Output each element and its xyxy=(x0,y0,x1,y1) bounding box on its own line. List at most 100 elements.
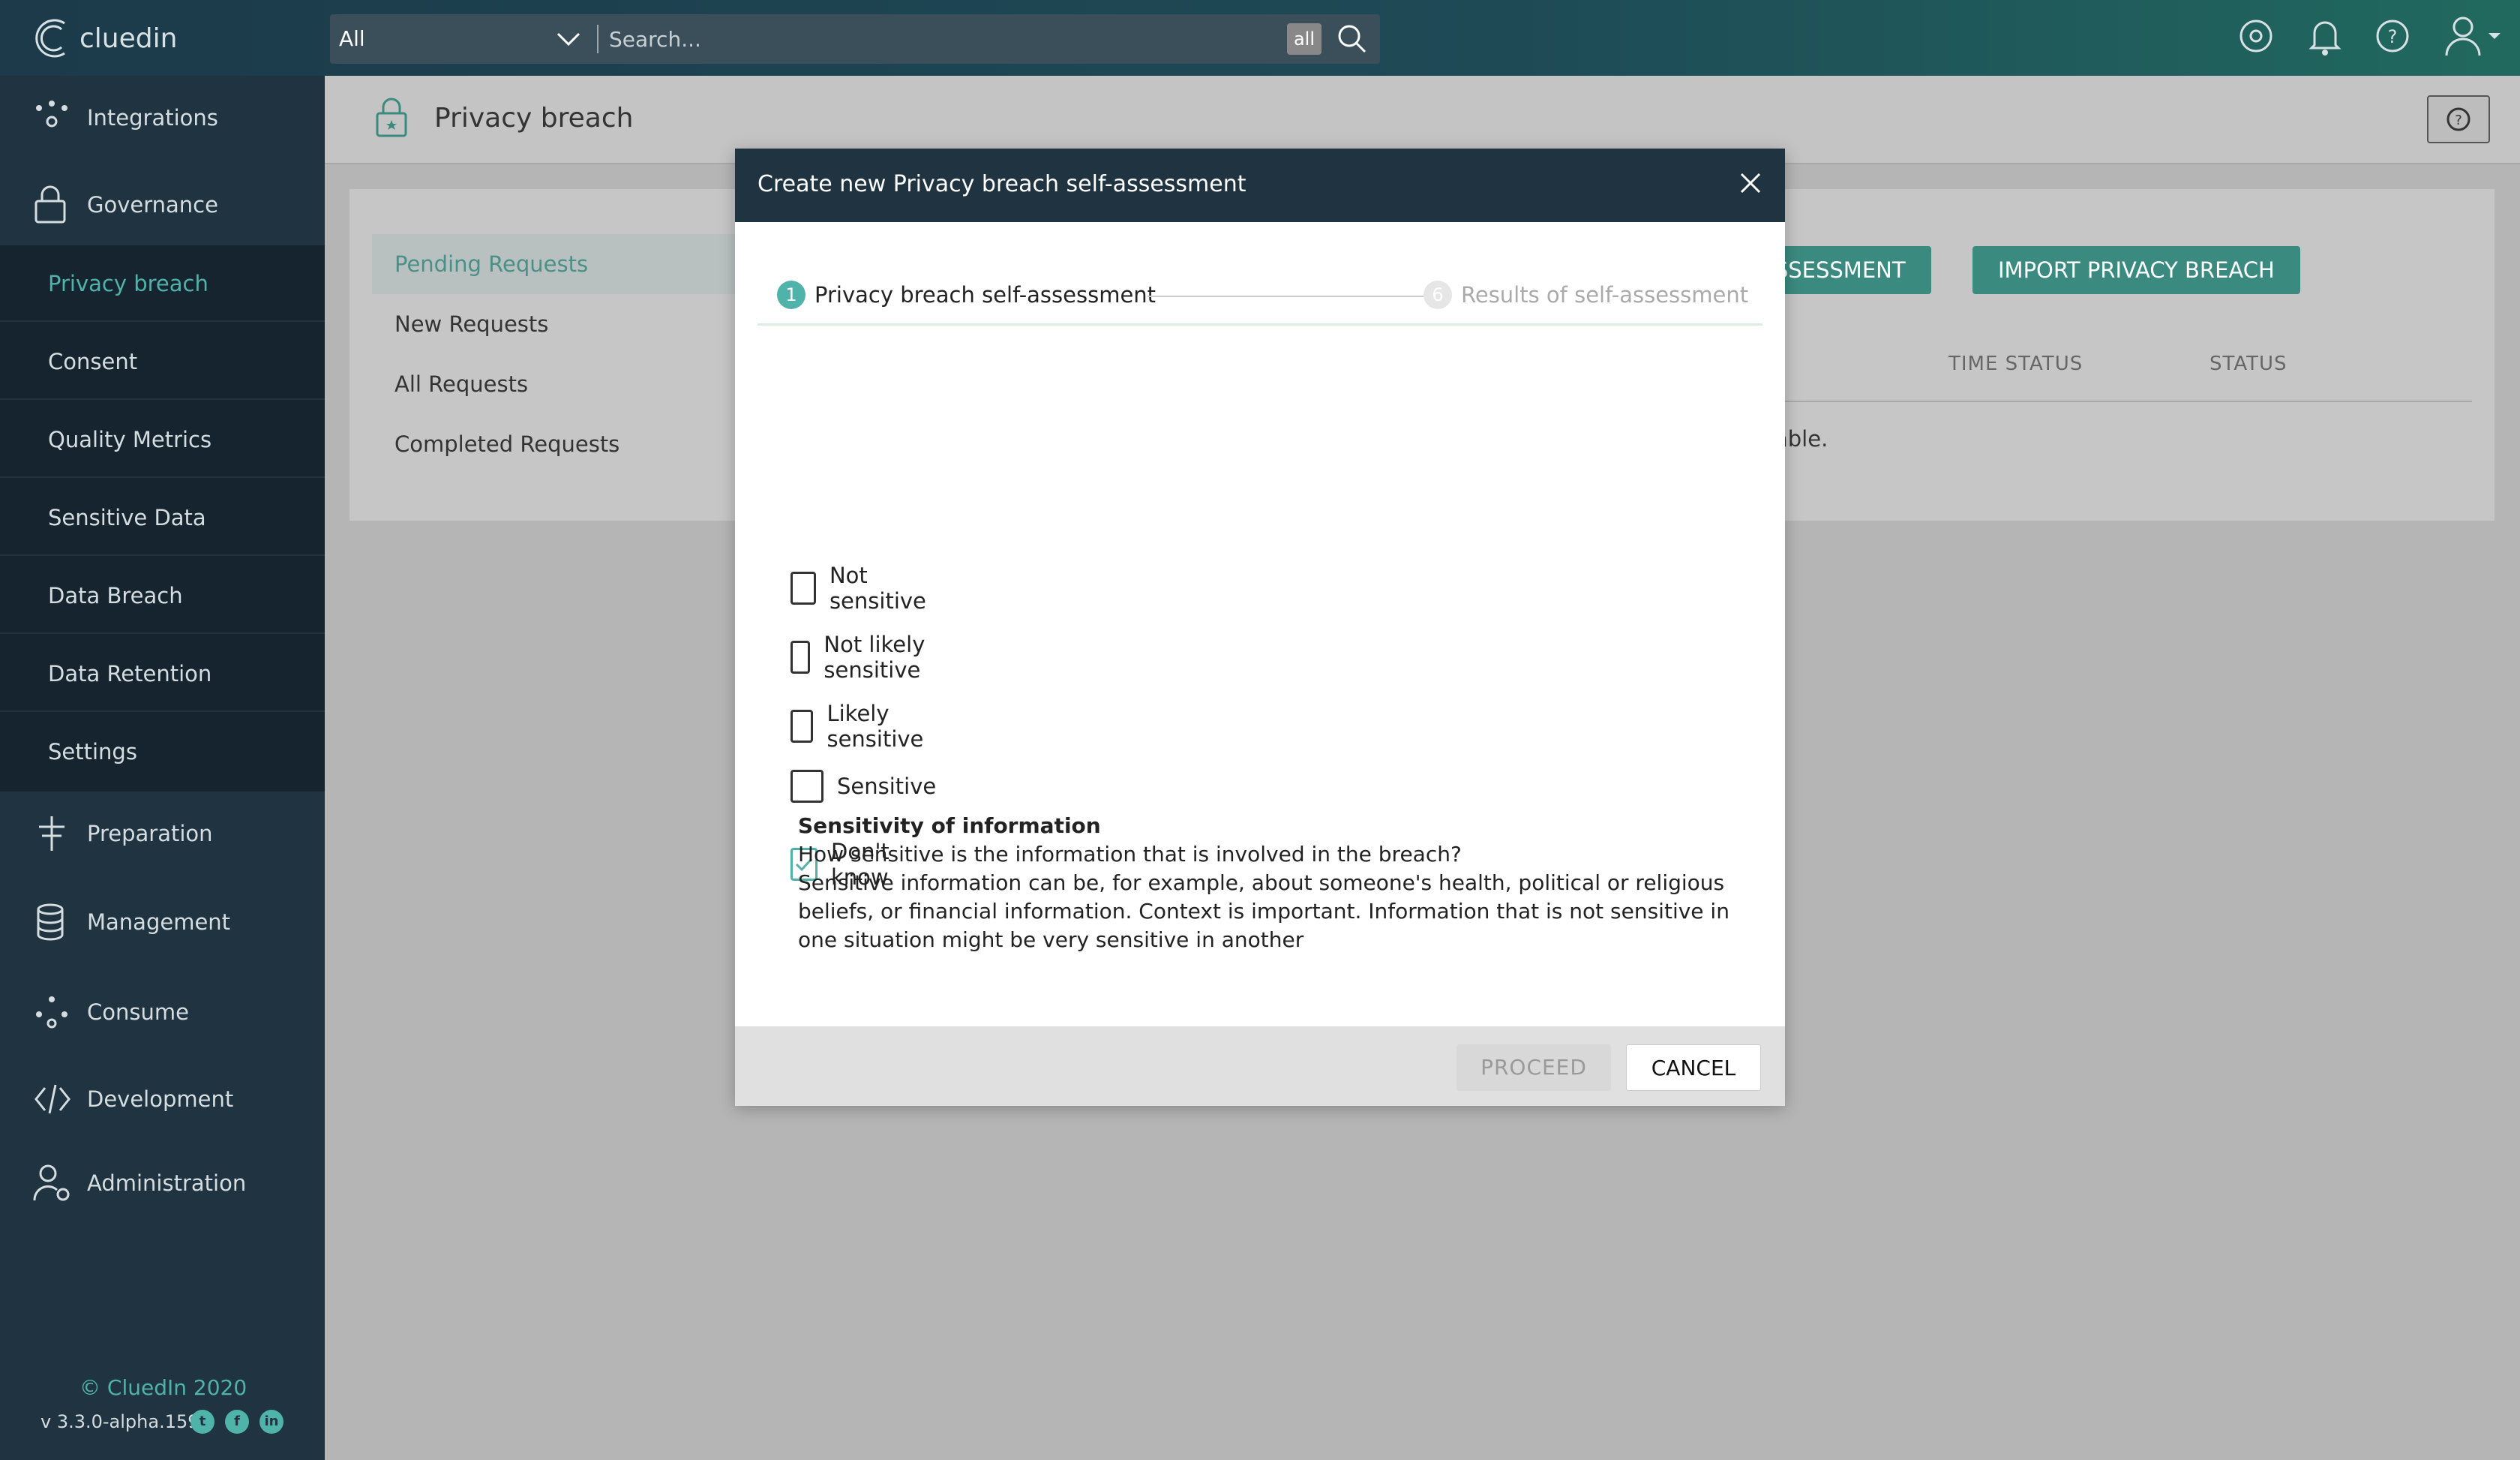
sidebar-item-governance[interactable]: Governance xyxy=(0,182,325,227)
help-icon[interactable]: ? xyxy=(2373,17,2412,56)
consume-icon xyxy=(36,996,68,1029)
twitter-icon[interactable]: t xyxy=(190,1410,214,1434)
database-icon xyxy=(37,903,64,941)
cluedin-logo-icon xyxy=(35,19,65,58)
option-label: Sensitive xyxy=(837,774,937,799)
tab-completed-requests[interactable]: Completed Requests xyxy=(372,414,777,474)
chevron-down-icon[interactable] xyxy=(555,26,582,52)
linkedin-icon[interactable]: in xyxy=(260,1410,284,1434)
admin-user-icon xyxy=(33,1164,70,1201)
lock-icon xyxy=(376,98,407,137)
page-help-button[interactable]: ? xyxy=(2427,95,2490,143)
request-tabs: Pending Requests New Requests All Reques… xyxy=(372,234,777,474)
sidebar-item-consume[interactable]: Consume xyxy=(0,990,325,1035)
version-text: v 3.3.0-alpha.159 xyxy=(40,1411,200,1432)
assessment-stepper: 1 Privacy breach self-assessment 6 Resul… xyxy=(758,251,1762,326)
page-title: Privacy breach xyxy=(434,103,634,134)
column-header-time-status[interactable]: TIME STATUS xyxy=(1948,353,2083,375)
modal-footer: PROCEED CANCEL xyxy=(735,1026,1785,1106)
app-logo[interactable]: cluedin xyxy=(34,14,177,63)
info-description: Sensitive information can be, for exampl… xyxy=(798,870,1730,952)
checkbox[interactable] xyxy=(790,770,824,803)
close-icon[interactable] xyxy=(1736,168,1766,198)
preparation-icon xyxy=(39,816,64,851)
tab-pending-requests[interactable]: Pending Requests xyxy=(372,234,777,294)
integrations-icon xyxy=(36,101,68,128)
sidebar-item-management[interactable]: Management xyxy=(0,900,325,945)
sidebar-subitem-sensitive-data[interactable]: Sensitive Data xyxy=(0,479,325,556)
sidebar-subitem-quality-metrics[interactable]: Quality Metrics xyxy=(0,401,325,478)
proceed-button[interactable]: PROCEED xyxy=(1456,1044,1611,1091)
copyright-text: © CluedIn 2020 xyxy=(80,1375,248,1400)
svg-text:?: ? xyxy=(2388,26,2398,47)
step-6: 6 Results of self-assessment xyxy=(1424,281,1748,309)
step-1-number: 1 xyxy=(777,281,806,309)
top-bar: cluedin All all ? xyxy=(0,0,2520,76)
sidebar: Integrations Governance Privacy breach C… xyxy=(0,76,325,1460)
sidebar-subitem-data-retention[interactable]: Data Retention xyxy=(0,635,325,712)
step-6-label: Results of self-assessment xyxy=(1461,282,1749,308)
bell-icon[interactable] xyxy=(2307,15,2343,57)
search-scope-value: All xyxy=(339,26,365,51)
tab-all-requests[interactable]: All Requests xyxy=(372,354,777,414)
code-icon xyxy=(34,1084,70,1114)
sidebar-subitem-privacy-breach[interactable]: Privacy breach xyxy=(0,245,325,322)
option-sensitive[interactable]: Sensitive xyxy=(790,770,936,803)
checkbox[interactable] xyxy=(790,710,814,743)
sidebar-subitem-data-breach[interactable]: Data Breach xyxy=(0,557,325,634)
option-likely-sensitive[interactable]: Likely sensitive xyxy=(790,701,934,752)
lock-icon xyxy=(34,185,66,224)
sidebar-item-label: Development xyxy=(87,1086,234,1112)
facebook-icon[interactable]: f xyxy=(225,1410,249,1434)
step-connector xyxy=(1148,296,1430,297)
option-label: Not likely sensitive xyxy=(824,632,926,683)
global-search-bar: All all xyxy=(330,14,1380,64)
option-label: Not sensitive xyxy=(829,563,926,614)
search-divider xyxy=(597,25,598,53)
import-privacy-breach-button[interactable]: IMPORT PRIVACY BREACH xyxy=(1972,246,2300,294)
top-bar-actions: ? xyxy=(2235,14,2505,59)
step-1-label: Privacy breach self-assessment xyxy=(814,282,1156,308)
step-1: 1 Privacy breach self-assessment xyxy=(777,281,1156,309)
sensitivity-info: Sensitivity of information How sensitive… xyxy=(798,812,1743,954)
table-divider xyxy=(1774,401,2472,402)
info-question: How sensitive is the information that is… xyxy=(798,842,1462,867)
search-input[interactable] xyxy=(609,14,1284,64)
governance-submenu: Privacy breach Consent Quality Metrics S… xyxy=(0,245,325,792)
sidebar-item-label: Consume xyxy=(87,999,189,1025)
checkbox[interactable] xyxy=(790,572,816,605)
self-assessment-modal: Create new Privacy breach self-assessmen… xyxy=(735,149,1785,1106)
column-header-status[interactable]: STATUS xyxy=(2210,353,2288,375)
cancel-button[interactable]: CANCEL xyxy=(1626,1044,1761,1091)
settings-sync-icon[interactable] xyxy=(2235,15,2277,57)
app-logo-text: cluedin xyxy=(80,23,178,54)
sidebar-item-label: Governance xyxy=(87,192,218,218)
tab-new-requests[interactable]: New Requests xyxy=(372,294,777,354)
search-scope-select[interactable]: All xyxy=(339,14,365,64)
social-links: t f in xyxy=(190,1410,284,1434)
sidebar-item-label: Integrations xyxy=(87,105,218,131)
option-not-sensitive[interactable]: Not sensitive xyxy=(790,563,934,614)
info-title: Sensitivity of information xyxy=(798,813,1101,838)
modal-title: Create new Privacy breach self-assessmen… xyxy=(758,171,1246,197)
option-not-likely-sensitive[interactable]: Not likely sensitive xyxy=(790,632,934,683)
sidebar-subitem-settings[interactable]: Settings xyxy=(0,713,325,790)
new-assessment-button[interactable]: ASSESSMENT xyxy=(1760,246,1931,294)
search-all-badge[interactable]: all xyxy=(1287,23,1322,55)
svg-text:?: ? xyxy=(2455,113,2462,128)
checkbox[interactable] xyxy=(790,641,811,674)
sidebar-item-development[interactable]: Development xyxy=(0,1077,325,1122)
step-6-number: 6 xyxy=(1424,281,1452,309)
sidebar-item-integrations[interactable]: Integrations xyxy=(0,95,325,140)
sidebar-item-administration[interactable]: Administration xyxy=(0,1161,325,1206)
sidebar-item-label: Management xyxy=(87,909,231,935)
sidebar-subitem-consent[interactable]: Consent xyxy=(0,323,325,400)
search-icon[interactable] xyxy=(1335,22,1370,56)
sidebar-item-preparation[interactable]: Preparation xyxy=(0,811,325,856)
user-menu-icon[interactable] xyxy=(2442,14,2505,59)
sidebar-item-label: Administration xyxy=(87,1170,247,1196)
sidebar-item-label: Preparation xyxy=(87,821,213,846)
option-label: Likely sensitive xyxy=(826,701,924,752)
help-icon: ? xyxy=(2446,107,2470,131)
modal-header: Create new Privacy breach self-assessmen… xyxy=(735,149,1785,222)
